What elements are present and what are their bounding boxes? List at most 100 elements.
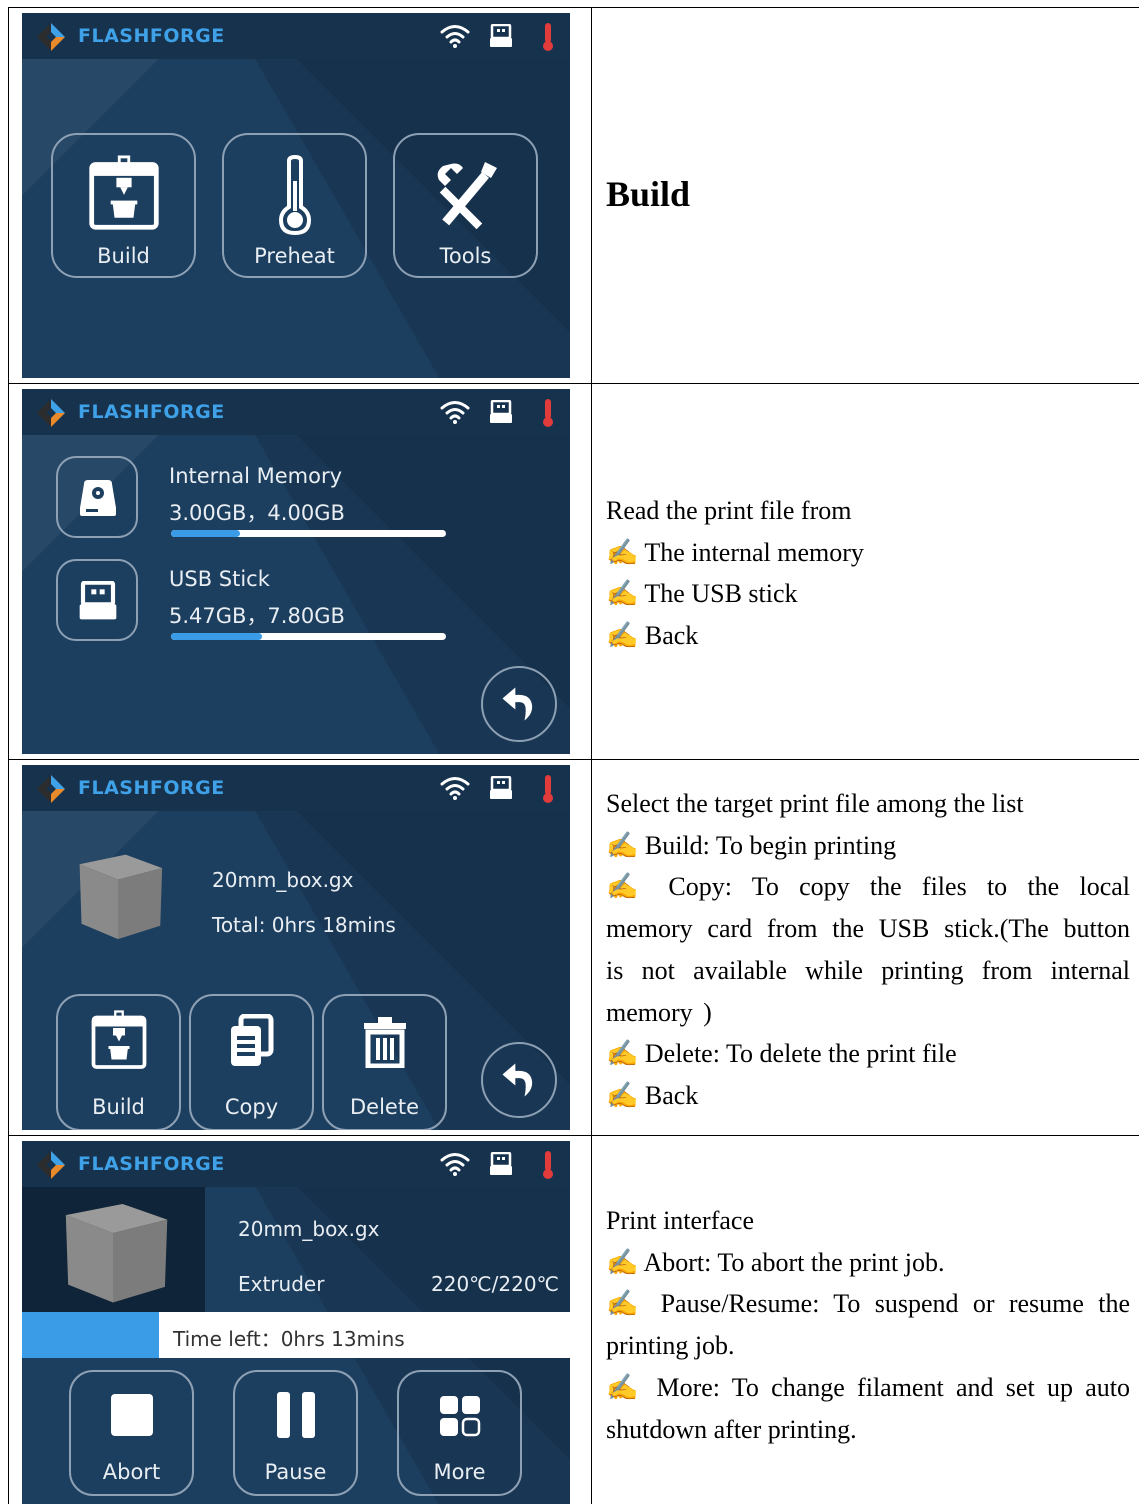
row3-description: Select the target print file among the l… [606, 783, 1130, 1117]
tools-icon [437, 162, 497, 230]
writing-hand-icon: ✍ [606, 1247, 639, 1277]
copy-icon [230, 1014, 273, 1066]
table-row-divider [8, 383, 1139, 384]
usb-stick-button[interactable] [56, 559, 138, 641]
stop-icon [110, 1394, 153, 1436]
writing-hand-icon: ✍ [606, 579, 639, 609]
storage-screen: FLASHFORGE Internal Memory 3.00GB，4.00GB… [22, 389, 570, 754]
delete-button[interactable]: Delete [322, 994, 447, 1130]
flashforge-logo-icon [36, 1150, 66, 1180]
writing-hand-icon: ✍ [606, 1039, 639, 1069]
model-preview-panel [22, 1187, 205, 1312]
print-progress-bar: Time left：0hrs 13mins [22, 1312, 570, 1358]
file-name: 20mm_box.gx [212, 868, 354, 892]
brand-name: FLASHFORGE [78, 1153, 225, 1175]
pause-button[interactable]: Pause [233, 1370, 358, 1496]
copy-button-label: Copy [224, 1095, 279, 1119]
row3-intro: Select the target print file among the l… [606, 789, 1024, 818]
more-button-label: More [433, 1460, 486, 1484]
copy-button[interactable]: Copy [189, 994, 314, 1130]
thermometer-icon [541, 1150, 555, 1180]
grid-menu-icon [439, 1396, 480, 1437]
writing-hand-icon: ✍ [606, 830, 639, 860]
usb-icon [489, 24, 513, 48]
table-column-divider [591, 7, 592, 1504]
writing-hand-icon: ✍ [606, 621, 639, 651]
writing-hand-icon: ✍ [606, 872, 649, 902]
abort-button[interactable]: Abort [69, 1370, 194, 1496]
preheat-button[interactable]: Preheat [222, 133, 367, 278]
row2-item: ✍ The internal memory [606, 537, 864, 567]
row2-item: ✍ Back [606, 621, 699, 651]
status-bar: FLASHFORGE [22, 389, 570, 435]
hard-drive-icon [80, 480, 116, 516]
abort-button-label: Abort [102, 1460, 161, 1484]
row4-intro: Print interface [606, 1206, 754, 1235]
table-row-divider [8, 1135, 1139, 1136]
more-button[interactable]: More [397, 1370, 522, 1496]
table-row-divider [8, 759, 1139, 760]
row3-item: ✍ Delete: To delete the print file [606, 1039, 957, 1069]
model-preview-cube [54, 1195, 172, 1307]
writing-hand-icon: ✍ [606, 1289, 647, 1319]
back-arrow-icon [497, 1058, 541, 1102]
internal-memory-usage-bar [171, 530, 446, 537]
printer-icon [86, 155, 162, 231]
usb-icon [489, 400, 513, 424]
thermometer-icon [541, 774, 555, 804]
brand-name: FLASHFORGE [78, 25, 225, 47]
file-name: 20mm_box.gx [238, 1217, 380, 1241]
build-button[interactable]: Build [56, 994, 181, 1130]
usb-stick-title: USB Stick [169, 567, 270, 591]
usb-stick-icon [78, 581, 118, 621]
delete-button-label: Delete [350, 1095, 419, 1119]
build-button-label: Build [92, 1095, 145, 1119]
row3-item: ✍ Copy: To copy the files to the local m… [606, 872, 1130, 1027]
row4-item: ✍ More: To change filament and set up au… [606, 1372, 1131, 1444]
time-left: Time left：0hrs 13mins [173, 1327, 405, 1351]
trash-icon [363, 1017, 406, 1068]
flashforge-logo-icon [36, 398, 66, 428]
total-print-time: Total: 0hrs 18mins [212, 913, 396, 937]
row4-item: ✍ Abort: To abort the print job. [606, 1247, 945, 1277]
tools-button[interactable]: Tools [393, 133, 538, 278]
build-button[interactable]: Build [51, 133, 196, 278]
usb-stick-usage-bar [171, 633, 446, 640]
flashforge-logo-icon [36, 774, 66, 804]
print-screen: FLASHFORGE 20mm_box.gx Extruder 220℃/220… [22, 1141, 570, 1504]
tools-button-label: Tools [439, 244, 492, 268]
row2-description: Read the print file from ✍ The internal … [606, 490, 864, 657]
status-bar: FLASHFORGE [22, 1141, 570, 1187]
pause-icon [276, 1392, 315, 1438]
writing-hand-icon: ✍ [606, 537, 639, 567]
thermometer-icon [541, 398, 555, 428]
flashforge-logo-icon [36, 22, 66, 52]
usb-icon [489, 1152, 513, 1176]
usb-stick-values: 5.47GB，7.80GB [169, 604, 345, 628]
wifi-icon [440, 23, 470, 49]
row3-item: ✍ Build: To begin printing [606, 830, 897, 860]
pause-button-label: Pause [264, 1460, 327, 1484]
internal-memory-title: Internal Memory [169, 464, 343, 488]
wifi-icon [440, 775, 470, 801]
internal-memory-values: 3.00GB，4.00GB [169, 501, 345, 525]
internal-memory-button[interactable] [56, 456, 138, 538]
brand-name: FLASHFORGE [78, 401, 225, 423]
extruder-temperature: 220℃/220℃ [431, 1272, 560, 1296]
build-button-label: Build [97, 244, 150, 268]
wifi-icon [440, 1151, 470, 1177]
thermometer-icon [541, 22, 555, 52]
writing-hand-icon: ✍ [606, 1080, 639, 1110]
row4-description: Print interface ✍ Abort: To abort the pr… [606, 1200, 1130, 1450]
printer-icon [89, 1010, 149, 1070]
back-button[interactable] [481, 666, 557, 742]
back-arrow-icon [497, 682, 541, 726]
model-preview-cube [70, 847, 166, 943]
usb-icon [489, 776, 513, 800]
usb-stick-usage-fill [171, 633, 262, 640]
brand-name: FLASHFORGE [78, 777, 225, 799]
back-button[interactable] [481, 1042, 557, 1118]
print-progress-fill [22, 1312, 159, 1358]
thermometer-icon [278, 155, 311, 235]
extruder-label: Extruder [238, 1272, 325, 1296]
